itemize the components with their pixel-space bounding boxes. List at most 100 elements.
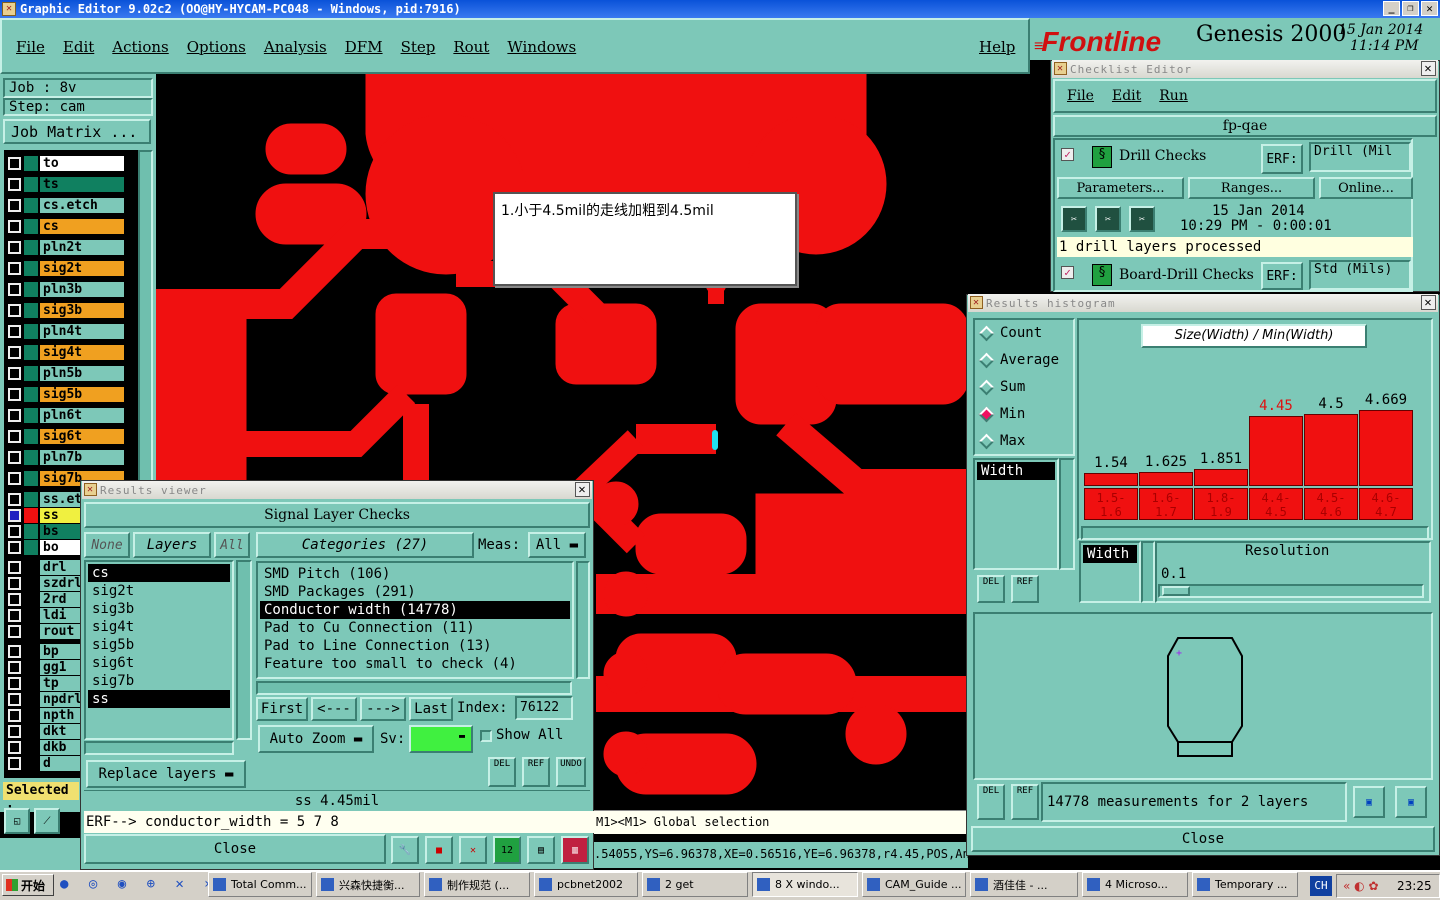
show-all-checkbox[interactable] xyxy=(480,730,492,742)
run-check-icon[interactable]: ✂ xyxy=(1061,206,1087,232)
field-scrollbar[interactable] xyxy=(1059,458,1075,570)
category-item[interactable]: Conductor width (14778) xyxy=(260,601,570,619)
none-button[interactable]: None xyxy=(84,532,130,558)
layer-color-swatch[interactable] xyxy=(24,492,38,507)
result-layer-sig4t[interactable]: sig4t xyxy=(88,618,230,636)
layer-checkbox[interactable] xyxy=(8,241,21,254)
layer-cs[interactable]: cs xyxy=(40,219,124,234)
results-ref-button[interactable]: REF xyxy=(522,757,550,787)
run-erf-icon[interactable]: ✂ xyxy=(1095,206,1121,232)
layer-color-swatch[interactable] xyxy=(24,724,38,739)
layer-checkbox[interactable] xyxy=(8,304,21,317)
taskbar-item[interactable]: CAM_Guide ... xyxy=(862,872,966,897)
tool-icon-1[interactable]: 🔧 xyxy=(391,836,419,864)
layer-checkbox[interactable] xyxy=(8,409,21,422)
layer-color-swatch[interactable] xyxy=(24,692,38,707)
layer-color-swatch[interactable] xyxy=(24,524,38,539)
resolution-slider[interactable] xyxy=(1158,584,1424,598)
tool-icon-2[interactable]: ■ xyxy=(425,836,453,864)
layer-checkbox[interactable] xyxy=(8,541,21,554)
layer-cs-etch[interactable]: cs.etch xyxy=(40,198,124,213)
categories-button[interactable]: Categories (27) xyxy=(256,532,474,558)
category-scroll[interactable] xyxy=(576,561,590,679)
online-button[interactable]: Online... xyxy=(1319,177,1413,199)
field-width[interactable]: Width xyxy=(977,462,1055,480)
index-input[interactable]: 76122 xyxy=(515,696,573,720)
result-layer-sig5b[interactable]: sig5b xyxy=(88,636,230,654)
zoom-fit-icon[interactable]: ▣ xyxy=(1353,786,1385,818)
layer-checkbox[interactable] xyxy=(8,509,21,522)
snap-icon[interactable]: ◱ xyxy=(4,808,30,834)
resolution-slider-thumb[interactable] xyxy=(1162,586,1190,596)
layer-checkbox[interactable] xyxy=(8,493,21,506)
taskbar-item[interactable]: 兴森快捷衡... xyxy=(316,872,420,897)
category-item[interactable]: SMD Packages (291) xyxy=(260,583,570,601)
layer-color-swatch[interactable] xyxy=(24,608,38,623)
layer-checkbox[interactable] xyxy=(8,725,21,738)
layer-checkbox[interactable] xyxy=(8,693,21,706)
layer-color-swatch[interactable] xyxy=(24,219,38,234)
layer-checkbox[interactable] xyxy=(8,430,21,443)
taskbar-item[interactable]: Total Comm... xyxy=(208,872,312,897)
layer-checkbox[interactable] xyxy=(8,178,21,191)
histogram-ref-top[interactable]: REF xyxy=(1011,575,1039,603)
histogram-del-top[interactable]: DEL xyxy=(977,575,1005,603)
layer-color-swatch[interactable] xyxy=(24,261,38,276)
menu-analysis[interactable]: Analysis xyxy=(264,38,327,58)
job-matrix-button[interactable]: Job Matrix ... xyxy=(3,119,151,144)
next-button[interactable]: ---> xyxy=(360,697,406,721)
layer-color-swatch[interactable] xyxy=(24,644,38,659)
layer-sig5b[interactable]: sig5b xyxy=(40,387,124,402)
layer-color-swatch[interactable] xyxy=(24,660,38,675)
results-layer-scroll[interactable] xyxy=(236,560,252,740)
taskbar-item[interactable]: 4 Microso... xyxy=(1082,872,1188,897)
layer-checkbox[interactable] xyxy=(8,157,21,170)
layer-sig6t[interactable]: sig6t xyxy=(40,429,124,444)
run-all-icon[interactable]: ✂ xyxy=(1129,206,1155,232)
layer-color-swatch[interactable] xyxy=(24,756,38,771)
language-indicator[interactable]: CH xyxy=(1310,876,1332,896)
layers-button[interactable]: Layers xyxy=(133,532,211,558)
layer-pln2t[interactable]: pln2t xyxy=(40,240,124,255)
layer-color-swatch[interactable] xyxy=(24,740,38,755)
layer-pln6t[interactable]: pln6t xyxy=(40,408,124,423)
result-layer-cs[interactable]: cs xyxy=(88,564,230,582)
layer-color-swatch[interactable] xyxy=(24,450,38,465)
layer-checkbox[interactable] xyxy=(8,609,21,622)
layer-checkbox[interactable] xyxy=(8,741,21,754)
taskbar-item[interactable]: 制作规范 (... xyxy=(424,872,530,897)
layer-checkbox[interactable] xyxy=(8,220,21,233)
measure-icon[interactable]: ⟋ xyxy=(34,808,60,834)
result-layer-sig6t[interactable]: sig6t xyxy=(88,654,230,672)
mode-sum[interactable]: Sum xyxy=(978,379,1025,395)
layer-pln3b[interactable]: pln3b xyxy=(40,282,124,297)
histogram-ref-button[interactable]: REF xyxy=(1011,784,1039,820)
mode-min[interactable]: Min xyxy=(978,406,1025,422)
results-close-button[interactable]: Close xyxy=(84,834,386,864)
check2-checkbox[interactable]: ✓ xyxy=(1061,266,1074,279)
tool-icon-6[interactable]: ▥ xyxy=(561,836,589,864)
auto-zoom-select[interactable]: Auto Zoom ▬ xyxy=(258,725,374,753)
category-item[interactable]: Pad to Cu Connection (11) xyxy=(260,619,570,637)
checklist-menu-run[interactable]: Run xyxy=(1159,88,1188,104)
layer-color-swatch[interactable] xyxy=(24,560,38,575)
category-hscroll[interactable] xyxy=(256,681,572,695)
layer-color-swatch[interactable] xyxy=(24,366,38,381)
parameters-button[interactable]: Parameters... xyxy=(1057,177,1184,199)
menu-actions[interactable]: Actions xyxy=(112,38,168,58)
histogram-close-icon[interactable]: ✕ xyxy=(1421,295,1436,310)
menu-dfm[interactable]: DFM xyxy=(345,38,383,58)
taskbar-item[interactable]: 2 get xyxy=(642,872,748,897)
layer-color-swatch[interactable] xyxy=(24,676,38,691)
result-layer-sig3b[interactable]: sig3b xyxy=(88,600,230,618)
results-del-button[interactable]: DEL xyxy=(488,757,516,787)
histogram-close-button[interactable]: Close xyxy=(971,826,1435,852)
layer-color-swatch[interactable] xyxy=(24,198,38,213)
tool-icon-3[interactable]: ✕ xyxy=(459,836,487,864)
histogram-bar[interactable] xyxy=(1194,469,1248,486)
category-item[interactable]: SMD Pitch (106) xyxy=(260,565,570,583)
tool-icon-5[interactable]: ▤ xyxy=(527,836,555,864)
layer-checkbox[interactable] xyxy=(8,625,21,638)
layer-checkbox[interactable] xyxy=(8,709,21,722)
category-item[interactable]: Pad to Line Connection (13) xyxy=(260,637,570,655)
